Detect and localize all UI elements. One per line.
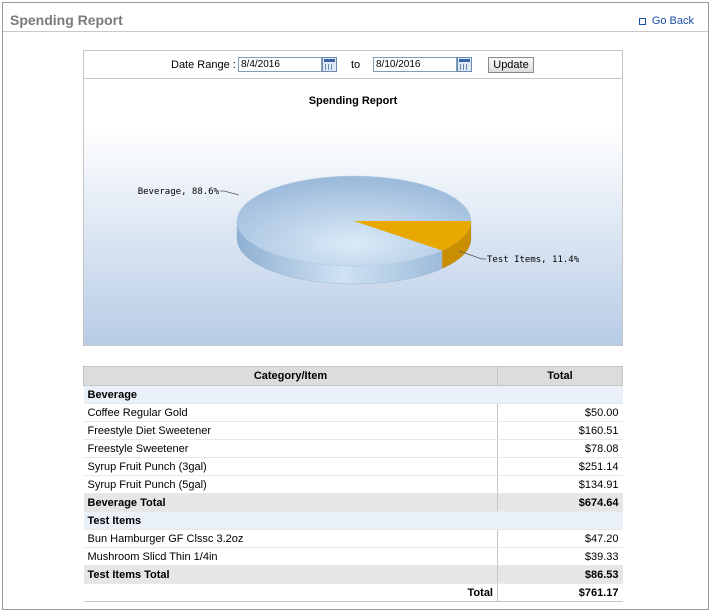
subtotal-row: Test Items Total $86.53 (83, 565, 623, 584)
category-row: Test Items (83, 511, 623, 530)
item-name: Freestyle Diet Sweetener (83, 421, 498, 440)
start-date-calendar-icon[interactable] (322, 57, 337, 72)
item-total: $251.14 (497, 457, 623, 476)
table-row: Freestyle Sweetener $78.08 (83, 439, 623, 458)
chart-panel: Date Range : 8/4/2016 to 8/10/2016 Updat… (83, 50, 623, 346)
table-row: Bun Hamburger GF Clssc 3.2oz $47.20 (83, 529, 623, 548)
to-label: to (351, 59, 361, 71)
category-name: Test Items (83, 511, 623, 530)
go-back-label[interactable]: Go Back (652, 15, 694, 27)
start-date-input[interactable]: 8/4/2016 (238, 57, 322, 72)
table-row: Syrup Fruit Punch (3gal) $251.14 (83, 457, 623, 476)
item-total: $47.20 (497, 529, 623, 548)
item-name: Coffee Regular Gold (83, 403, 498, 422)
subtotal-value: $674.64 (497, 493, 623, 512)
table-row: Coffee Regular Gold $50.00 (83, 403, 623, 422)
pie-chart: Beverage, 88.6% Test Items, 11.4% (138, 175, 580, 285)
end-date-calendar-icon[interactable] (457, 57, 472, 72)
beverage-data-label: Beverage, 88.6% (138, 187, 220, 197)
subtotal-label: Test Items Total (83, 565, 498, 584)
category-name: Beverage (83, 385, 623, 404)
total-column-header: Total (497, 366, 623, 386)
update-button[interactable]: Update (488, 57, 534, 73)
date-range-bar: Date Range : 8/4/2016 to 8/10/2016 Updat… (84, 51, 622, 79)
grand-total-row: Total $761.17 (83, 583, 623, 602)
item-name: Bun Hamburger GF Clssc 3.2oz (83, 529, 498, 548)
go-back-link[interactable]: Go Back (638, 15, 694, 27)
test-items-data-label: Test Items, 11.4% (487, 255, 580, 265)
category-row: Beverage (83, 385, 623, 404)
item-total: $50.00 (497, 403, 623, 422)
item-total: $160.51 (497, 421, 623, 440)
page-header: Spending Report Go Back (3, 3, 708, 32)
pie-chart-area: Spending Report Beverage, 88.6% Test Item… (84, 79, 622, 345)
item-total: $39.33 (497, 547, 623, 566)
item-name: Mushroom Slicd Thin 1/4in (83, 547, 498, 566)
spending-table: Category/Item Total Beverage Coffee Regu… (83, 366, 623, 602)
item-name: Freestyle Sweetener (83, 439, 498, 458)
item-name: Syrup Fruit Punch (5gal) (83, 475, 498, 494)
grand-total-value: $761.17 (497, 583, 623, 602)
end-date-input[interactable]: 8/10/2016 (373, 57, 457, 72)
page-title: Spending Report (10, 12, 123, 28)
table-row: Freestyle Diet Sweetener $160.51 (83, 421, 623, 440)
subtotal-value: $86.53 (497, 565, 623, 584)
subtotal-label: Beverage Total (83, 493, 498, 512)
date-range-label: Date Range : (171, 59, 236, 71)
item-name: Syrup Fruit Punch (3gal) (83, 457, 498, 476)
grand-total-label: Total (83, 583, 498, 602)
table-row: Syrup Fruit Punch (5gal) $134.91 (83, 475, 623, 494)
category-column-header: Category/Item (83, 366, 498, 386)
item-total: $78.08 (497, 439, 623, 458)
table-row: Mushroom Slicd Thin 1/4in $39.33 (83, 547, 623, 566)
beverage-leader-line (220, 190, 240, 196)
subtotal-row: Beverage Total $674.64 (83, 493, 623, 512)
item-total: $134.91 (497, 475, 623, 494)
bullet-icon (638, 17, 646, 25)
